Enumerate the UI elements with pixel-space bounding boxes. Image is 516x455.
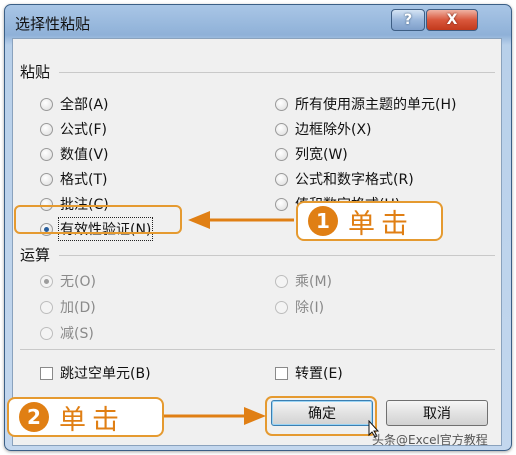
radio-button[interactable] <box>275 300 288 314</box>
dialog-title: 选择性粘贴 <box>15 15 91 33</box>
radio-operation-none[interactable]: 无(O) <box>40 271 96 291</box>
radio-label: 公式和数字格式(R) <box>295 172 414 188</box>
radio-button[interactable] <box>275 274 288 288</box>
checkbox[interactable] <box>40 366 53 380</box>
help-icon: ? <box>403 12 413 28</box>
checks-divider <box>20 349 495 350</box>
radio-label: 减(S) <box>60 326 94 342</box>
ok-button[interactable]: 确定 <box>271 400 373 426</box>
skip-blanks-checkbox[interactable]: 跳过空单元(B) <box>40 363 151 383</box>
radio-label: 有效性验证(N) <box>57 217 154 241</box>
step2-number: 2 <box>19 402 49 432</box>
radio-operation-subtract[interactable]: 减(S) <box>40 323 94 343</box>
radio-button[interactable] <box>40 172 53 186</box>
watermark: 头条@Excel官方教程 <box>372 433 488 447</box>
help-button[interactable]: ? <box>391 9 425 31</box>
close-icon: X <box>446 12 458 28</box>
radio-button[interactable] <box>40 326 53 340</box>
radio-operation-multiply[interactable]: 乘(M) <box>275 271 332 291</box>
step1-number: 1 <box>308 206 338 236</box>
close-button[interactable]: X <box>426 9 478 31</box>
radio-button[interactable] <box>275 197 288 211</box>
radio-paste-all[interactable]: 全部(A) <box>40 94 109 114</box>
radio-label: 数值(V) <box>60 147 109 163</box>
radio-button-selected[interactable] <box>40 222 53 236</box>
radio-label: 无(O) <box>60 274 96 290</box>
checkbox-label: 跳过空单元(B) <box>60 366 151 382</box>
radio-button[interactable] <box>275 172 288 186</box>
transpose-checkbox[interactable]: 转置(E) <box>275 363 343 383</box>
radio-paste-formulas[interactable]: 公式(F) <box>40 119 107 139</box>
step1-callout: 1 单击 <box>296 201 443 241</box>
radio-button[interactable] <box>40 197 53 211</box>
paste-group-divider <box>59 72 495 73</box>
step2-text: 单击 <box>59 404 125 436</box>
radio-button[interactable] <box>275 122 288 136</box>
radio-operation-divide[interactable]: 除(I) <box>275 297 324 317</box>
radio-button[interactable] <box>40 300 53 314</box>
radio-paste-validation[interactable]: 有效性验证(N) <box>40 217 154 241</box>
radio-paste-comments[interactable]: 批注(C) <box>40 194 109 214</box>
radio-label: 边框除外(X) <box>295 122 372 138</box>
dialog-body: 粘贴 全部(A) 公式(F) 数值(V) 格式(T) 批注(C) 有效性验证(N… <box>12 38 502 446</box>
cancel-button[interactable]: 取消 <box>386 400 488 426</box>
radio-label: 加(D) <box>60 300 96 316</box>
radio-button[interactable] <box>40 122 53 136</box>
radio-paste-column-widths[interactable]: 列宽(W) <box>275 144 348 164</box>
radio-button-selected[interactable] <box>40 274 53 288</box>
paste-group-label: 粘贴 <box>20 63 51 81</box>
radio-button[interactable] <box>275 147 288 161</box>
checkbox-label: 转置(E) <box>295 366 343 382</box>
radio-label: 格式(T) <box>60 172 108 188</box>
title-bar: 选择性粘贴 ? X <box>5 5 511 41</box>
radio-button[interactable] <box>40 147 53 161</box>
radio-label: 批注(C) <box>60 197 109 213</box>
step2-callout: 2 单击 <box>7 397 164 437</box>
radio-paste-except-borders[interactable]: 边框除外(X) <box>275 119 372 139</box>
radio-label: 列宽(W) <box>295 147 348 163</box>
radio-label: 全部(A) <box>60 97 109 113</box>
radio-paste-formats[interactable]: 格式(T) <box>40 169 107 189</box>
radio-operation-add[interactable]: 加(D) <box>40 297 96 317</box>
radio-label: 乘(M) <box>295 274 333 290</box>
radio-paste-formulas-number-formats[interactable]: 公式和数字格式(R) <box>275 169 414 189</box>
operation-group-divider <box>59 255 495 256</box>
operation-group-label: 运算 <box>20 246 51 264</box>
radio-label: 除(I) <box>295 300 325 316</box>
checkbox[interactable] <box>275 366 288 380</box>
radio-label: 所有使用源主题的单元(H) <box>295 97 457 113</box>
radio-button[interactable] <box>40 97 53 111</box>
radio-button[interactable] <box>275 97 288 111</box>
step1-text: 单击 <box>348 208 414 240</box>
radio-paste-all-source-theme[interactable]: 所有使用源主题的单元(H) <box>275 94 456 114</box>
radio-paste-values[interactable]: 数值(V) <box>40 144 109 164</box>
radio-label: 公式(F) <box>60 122 107 138</box>
